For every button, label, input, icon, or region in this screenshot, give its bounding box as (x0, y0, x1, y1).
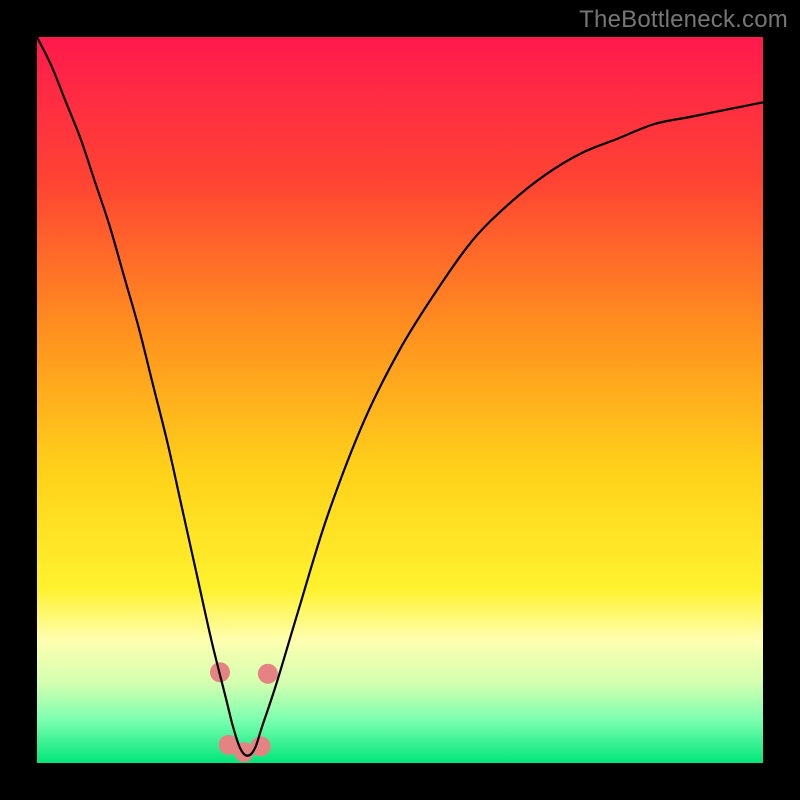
chart-frame: TheBottleneck.com (0, 0, 800, 800)
bottleneck-chart (0, 0, 800, 800)
plot-background (37, 37, 763, 763)
curve-marker (251, 736, 271, 756)
curve-marker (258, 664, 278, 684)
